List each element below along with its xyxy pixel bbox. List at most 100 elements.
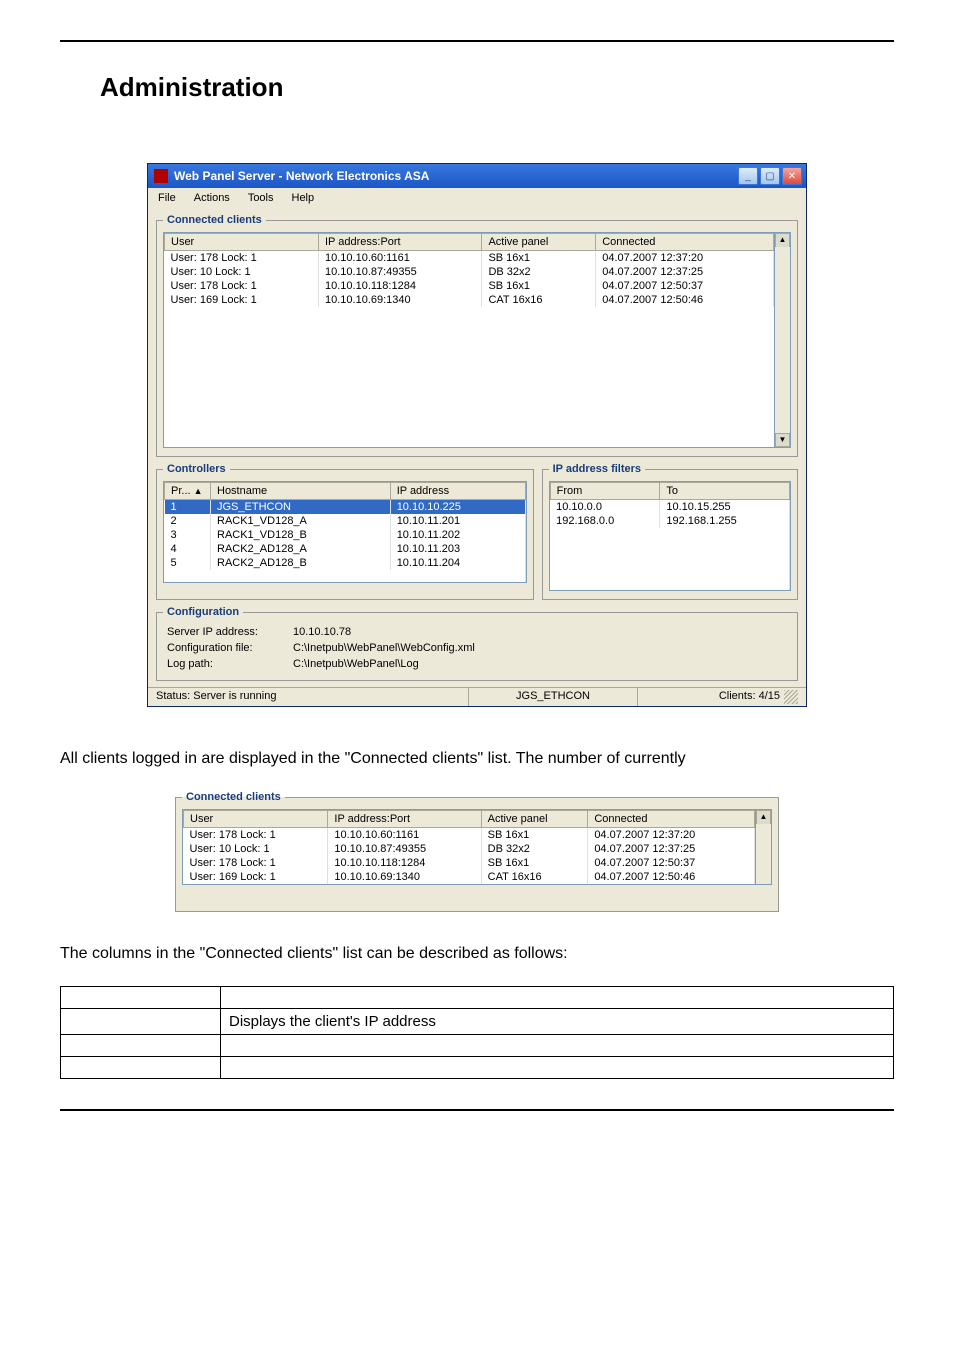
table-row[interactable]: 5 RACK2_AD128_B 10.10.11.204 (165, 556, 526, 570)
col-ip[interactable]: IP address:Port (328, 811, 481, 828)
menu-tools[interactable]: Tools (248, 192, 274, 204)
controllers-table[interactable]: Pr... ▲ Hostname IP address 1 JGS_ETHCON… (164, 482, 526, 582)
cell: RACK2_AD128_B (211, 556, 391, 570)
col-ip2[interactable]: IP address (390, 483, 525, 500)
table-row[interactable]: User: 178 Lock: 1 10.10.10.118:1284 SB 1… (184, 856, 755, 870)
cell: User: 178 Lock: 1 (184, 856, 328, 870)
scroll-up-icon[interactable]: ▲ (775, 233, 790, 247)
controllers-group: Controllers Pr... ▲ Hostname IP address (156, 463, 534, 600)
cell: User: 10 Lock: 1 (184, 842, 328, 856)
app-window: Web Panel Server - Network Electronics A… (147, 163, 807, 707)
cell: Displays the client's IP address (221, 1009, 894, 1035)
close-button[interactable]: ✕ (782, 167, 802, 185)
maximize-button[interactable]: ▢ (760, 167, 780, 185)
ip-filters-table[interactable]: From To 10.10.0.0 10.10.15.255 192.168.0… (550, 482, 790, 590)
titlebar[interactable]: Web Panel Server - Network Electronics A… (148, 164, 806, 188)
table-row[interactable]: 4 RACK2_AD128_A 10.10.11.203 (165, 542, 526, 556)
table-row[interactable]: User: 178 Lock: 1 10.10.10.60:1161 SB 16… (184, 828, 755, 843)
cell: 10.10.11.202 (390, 528, 525, 542)
table-row[interactable]: User: 178 Lock: 1 10.10.10.118:1284 SB 1… (165, 279, 774, 293)
table-row[interactable]: 3 RACK1_VD128_B 10.10.11.202 (165, 528, 526, 542)
table-row[interactable]: User: 169 Lock: 1 10.10.10.69:1340 CAT 1… (184, 870, 755, 884)
server-ip-label: Server IP address: (167, 626, 277, 638)
cell: SB 16x1 (482, 251, 596, 266)
minimize-button[interactable]: _ (738, 167, 758, 185)
cell: User: 178 Lock: 1 (165, 251, 319, 266)
cell: 192.168.0.0 (550, 514, 660, 528)
cell: SB 16x1 (481, 828, 588, 843)
col-user[interactable]: User (184, 811, 328, 828)
cell: 10.10.10.225 (390, 500, 525, 515)
col-conn[interactable]: Connected (596, 234, 774, 251)
page-title: Administration (100, 72, 894, 103)
cell: 10.10.10.118:1284 (328, 856, 481, 870)
cell (61, 1035, 221, 1057)
scroll-down-icon[interactable]: ▼ (775, 433, 790, 447)
cell: RACK1_VD128_B (211, 528, 391, 542)
cell: 04.07.2007 12:37:25 (588, 842, 755, 856)
controllers-legend: Controllers (163, 463, 230, 475)
table-row (61, 1057, 894, 1079)
cell (61, 987, 221, 1009)
table-row[interactable]: 2 RACK1_VD128_A 10.10.11.201 (165, 514, 526, 528)
col-panel[interactable]: Active panel (482, 234, 596, 251)
table-row[interactable]: 10.10.0.0 10.10.15.255 (550, 500, 789, 515)
cell: User: 178 Lock: 1 (165, 279, 319, 293)
config-file-label: Configuration file: (167, 642, 277, 654)
menubar: File Actions Tools Help (148, 188, 806, 208)
cell: CAT 16x16 (482, 293, 596, 307)
status-text: Status: Server is running (148, 688, 469, 706)
cell: 04.07.2007 12:50:46 (596, 293, 774, 307)
status-clients: Clients: 4/15 (719, 690, 780, 704)
cell: 10.10.11.203 (390, 542, 525, 556)
cell: 2 (165, 514, 211, 528)
connected-clients-detail-table[interactable]: User IP address:Port Active panel Connec… (183, 810, 755, 884)
table-row[interactable]: 1 JGS_ETHCON 10.10.10.225 (165, 500, 526, 515)
cell: 10.10.10.69:1340 (328, 870, 481, 884)
col-panel[interactable]: Active panel (481, 811, 588, 828)
col-conn[interactable]: Connected (588, 811, 755, 828)
cell: User: 169 Lock: 1 (165, 293, 319, 307)
ip-filters-legend: IP address filters (549, 463, 645, 475)
menu-file[interactable]: File (158, 192, 176, 204)
cell: CAT 16x16 (481, 870, 588, 884)
cell (221, 987, 894, 1009)
table-row[interactable]: User: 10 Lock: 1 10.10.10.87:49355 DB 32… (165, 265, 774, 279)
vertical-scrollbar[interactable]: ▲ ▼ (775, 232, 791, 448)
cell: 10.10.10.69:1340 (319, 293, 482, 307)
table-row[interactable]: User: 169 Lock: 1 10.10.10.69:1340 CAT 1… (165, 293, 774, 307)
col-ip[interactable]: IP address:Port (319, 234, 482, 251)
cell: 3 (165, 528, 211, 542)
col-to[interactable]: To (660, 483, 790, 500)
col-pr[interactable]: Pr... ▲ (165, 483, 211, 500)
table-row[interactable]: User: 178 Lock: 1 10.10.10.60:1161 SB 16… (165, 251, 774, 266)
cell (61, 1009, 221, 1035)
col-pr-label: Pr... (171, 485, 191, 497)
cell: SB 16x1 (481, 856, 588, 870)
cell: 10.10.10.118:1284 (319, 279, 482, 293)
body-paragraph-2: The columns in the "Connected clients" l… (60, 942, 894, 966)
cell: JGS_ETHCON (211, 500, 391, 515)
table-row[interactable]: User: 10 Lock: 1 10.10.10.87:49355 DB 32… (184, 842, 755, 856)
menu-help[interactable]: Help (292, 192, 315, 204)
config-file-value: C:\Inetpub\WebPanel\WebConfig.xml (293, 642, 475, 654)
cell: 5 (165, 556, 211, 570)
scroll-up-icon[interactable]: ▲ (756, 810, 771, 824)
cell: 10.10.15.255 (660, 500, 790, 515)
cell: 10.10.0.0 (550, 500, 660, 515)
connected-clients-detail-legend: Connected clients (182, 791, 285, 803)
table-row[interactable]: 192.168.0.0 192.168.1.255 (550, 514, 789, 528)
status-device: JGS_ETHCON (469, 688, 638, 706)
cell (61, 1057, 221, 1079)
sort-asc-icon: ▲ (194, 486, 203, 496)
resize-grip-icon[interactable] (784, 690, 798, 704)
cell: 04.07.2007 12:50:37 (588, 856, 755, 870)
col-host[interactable]: Hostname (211, 483, 391, 500)
cell: 192.168.1.255 (660, 514, 790, 528)
menu-actions[interactable]: Actions (194, 192, 230, 204)
col-from[interactable]: From (550, 483, 660, 500)
vertical-scrollbar[interactable]: ▲ (756, 809, 772, 885)
connected-clients-table[interactable]: User IP address:Port Active panel Connec… (164, 233, 774, 307)
col-user[interactable]: User (165, 234, 319, 251)
configuration-group: Configuration Server IP address: 10.10.1… (156, 606, 798, 681)
